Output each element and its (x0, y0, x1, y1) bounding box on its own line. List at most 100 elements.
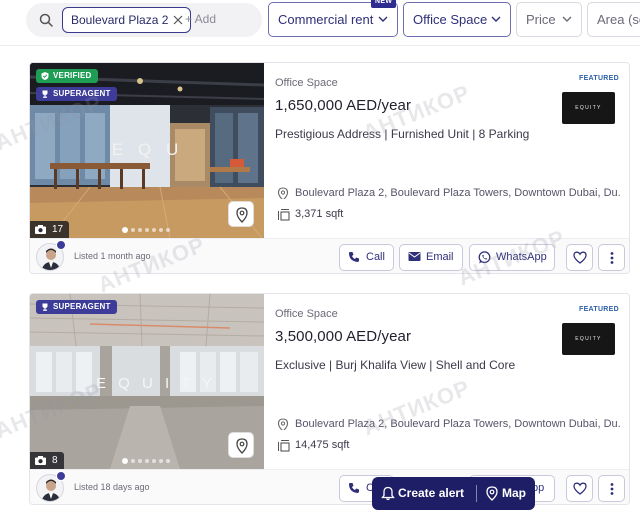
area-dropdown-label: Area (sq (597, 12, 640, 27)
carousel-dot[interactable] (122, 226, 128, 233)
carousel-dot[interactable] (166, 227, 170, 232)
subtype-dropdown[interactable]: Office Space (403, 2, 511, 37)
verified-badge: VERIFIED (36, 69, 98, 83)
more-options-button[interactable] (598, 244, 625, 271)
carousel-dot[interactable] (152, 227, 156, 232)
listing-card[interactable]: E Q U I T Y SUPERAGENT 8 Office Space 3,… (29, 293, 630, 505)
more-options-button[interactable] (598, 475, 625, 502)
divider (476, 485, 477, 502)
carousel-dot[interactable] (152, 458, 156, 463)
listing-price: 1,650,000 AED/year (275, 97, 412, 114)
location-chip[interactable]: Boulevard Plaza 2 (62, 7, 192, 33)
subtype-dropdown-label: Office Space (413, 12, 488, 27)
close-icon[interactable] (172, 14, 184, 26)
filter-bar: Boulevard Plaza 2 + Add Commercial rent … (0, 0, 640, 46)
chevron-down-icon (491, 16, 501, 22)
superagent-badge-label: SUPERAGENT (53, 89, 111, 98)
listing-area-value: 3,371 sqft (295, 208, 344, 220)
listing-footer: Listed 18 days ago C pp (30, 469, 629, 504)
bell-icon (381, 486, 395, 501)
superagent-avatar-badge (56, 240, 66, 250)
carousel-dot[interactable] (122, 457, 128, 464)
location-pin-icon (277, 418, 289, 430)
category-dropdown-label: Commercial rent (278, 12, 374, 27)
carousel-dots[interactable] (122, 452, 173, 464)
search-icon (39, 13, 53, 27)
map-location-button[interactable] (228, 201, 254, 227)
email-button[interactable]: Email (399, 244, 463, 271)
area-size-icon (278, 440, 290, 452)
listing-photo[interactable]: E Q U I T Y SUPERAGENT 8 (30, 294, 264, 469)
location-search[interactable]: Boulevard Plaza 2 + Add (26, 3, 262, 37)
listing-card[interactable]: E Q U VERIFIED SUPERAGENT 17 Office Spac… (29, 62, 630, 274)
photo-count: 17 (30, 221, 70, 238)
superagent-badge-label: SUPERAGENT (53, 302, 111, 311)
map-pin-icon (486, 486, 498, 501)
carousel-dot[interactable] (138, 227, 142, 232)
agency-logo[interactable]: EQUITY (562, 323, 615, 355)
trophy-icon (42, 303, 48, 311)
listing-footer: Listed 1 month ago Call Email WhatsApp (30, 238, 629, 273)
verified-badge-label: VERIFIED (53, 71, 92, 80)
office-sign-text: E Q U (112, 140, 183, 159)
location-chip-label: Boulevard Plaza 2 (71, 13, 169, 27)
property-type: Office Space (275, 308, 338, 320)
whatsapp-button[interactable]: WhatsApp (469, 244, 555, 271)
listing-info[interactable]: Office Space 1,650,000 AED/year Prestigi… (275, 63, 625, 238)
listing-area: 3,371 sqft (275, 208, 344, 221)
floating-action-bar: Create alert Map (372, 477, 535, 510)
listing-area: 14,475 sqft (275, 439, 349, 452)
carousel-dot[interactable] (159, 458, 163, 463)
call-button-label: Call (366, 251, 385, 263)
carousel-dots[interactable] (122, 221, 173, 233)
listing-photo[interactable]: E Q U VERIFIED SUPERAGENT 17 (30, 63, 264, 238)
superagent-avatar-badge (56, 471, 66, 481)
area-size-icon (278, 209, 290, 221)
carousel-dot[interactable] (145, 227, 149, 232)
superagent-badge: SUPERAGENT (36, 300, 117, 314)
photo-count: 8 (30, 452, 64, 469)
phone-icon (349, 483, 359, 493)
favorite-button[interactable] (566, 244, 593, 271)
heart-icon (573, 251, 587, 264)
listing-address-text: Boulevard Plaza 2, Boulevard Plaza Tower… (295, 187, 620, 199)
listing-info[interactable]: Office Space 3,500,000 AED/year Exclusiv… (275, 294, 625, 469)
more-vertical-icon (610, 252, 614, 264)
shield-check-icon (41, 72, 49, 80)
new-badge: NEW (371, 0, 397, 8)
featured-label: FEATURED (579, 306, 619, 313)
area-dropdown[interactable]: Area (sq (587, 2, 640, 37)
camera-icon (35, 225, 46, 234)
email-button-label: Email (426, 251, 454, 263)
carousel-dot[interactable] (159, 227, 163, 232)
price-dropdown[interactable]: Price (516, 2, 582, 37)
carousel-dot[interactable] (145, 458, 149, 463)
agency-logo[interactable]: EQUITY (562, 92, 615, 124)
carousel-dot[interactable] (131, 458, 135, 463)
listed-date: Listed 1 month ago (74, 251, 151, 261)
whatsapp-button-label: WhatsApp (496, 251, 547, 263)
office-sign-text: E Q U I T Y (96, 375, 216, 392)
listing-address: Boulevard Plaza 2, Boulevard Plaza Tower… (275, 418, 620, 430)
carousel-dot[interactable] (138, 458, 142, 463)
favorite-button[interactable] (566, 475, 593, 502)
listing-address: Boulevard Plaza 2, Boulevard Plaza Tower… (275, 187, 620, 199)
superagent-badge: SUPERAGENT (36, 87, 117, 101)
add-location-link[interactable]: + Add (185, 12, 216, 26)
map-view-button[interactable]: Map (482, 477, 526, 510)
listing-price: 3,500,000 AED/year (275, 328, 412, 345)
camera-icon (35, 456, 46, 465)
envelope-icon (408, 252, 421, 261)
listed-date: Listed 18 days ago (74, 482, 150, 492)
create-alert-button[interactable]: Create alert (378, 477, 464, 510)
photo-count-value: 17 (52, 224, 64, 235)
map-view-label: Map (502, 486, 526, 500)
create-alert-label: Create alert (398, 486, 465, 500)
map-location-button[interactable] (228, 432, 254, 458)
carousel-dot[interactable] (131, 227, 135, 232)
carousel-dot[interactable] (166, 458, 170, 463)
map-pin-icon (236, 207, 248, 223)
phone-icon (349, 252, 359, 262)
trophy-icon (42, 90, 48, 98)
call-button[interactable]: Call (339, 244, 394, 271)
